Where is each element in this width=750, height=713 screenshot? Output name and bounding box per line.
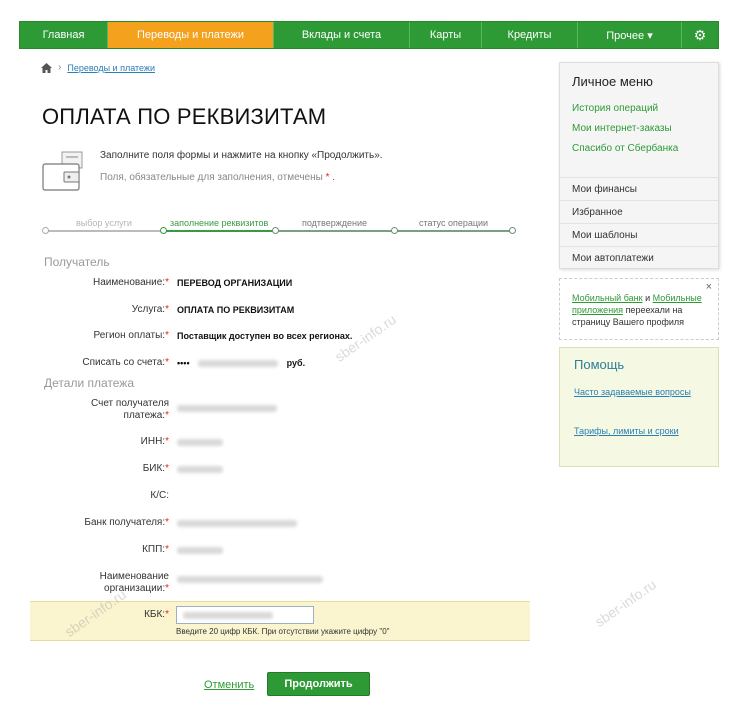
redacted-value [177,405,277,413]
field-label: Списать со счета:* [82,357,169,368]
step-label-confirmation: подтверждение [302,218,368,228]
help-title: Помощь [574,357,625,372]
menu-favorites[interactable]: Избранное [560,200,718,223]
step-line-current [164,230,276,232]
kbk-input[interactable] [176,606,314,624]
top-navigation: Главная Переводы и платежи Вклады и счет… [19,21,719,49]
field-label: Банк получателя:* [84,517,169,528]
redacted-value [177,466,223,474]
kpp-value [177,544,223,556]
step-label-select-service: выбор услуги [76,218,132,228]
redacted-value [177,520,297,528]
redacted-value [177,576,323,584]
step-dot-2 [160,227,167,234]
breadcrumb: › Переводы и платежи [41,62,155,73]
step-dot-1 [42,227,49,234]
row-bik: БИК:* [0,463,530,475]
bank-value [177,517,297,529]
recipient-name-value: ПЕРЕВОД ОРГАНИЗАЦИИ [177,278,293,288]
watermark: sber-info.ru [591,576,659,630]
redacted-value [177,439,223,447]
inn-value [177,436,223,448]
nav-credits[interactable]: Кредиты [482,22,578,48]
region-value: Поставщик доступен во всех регионах. [177,331,353,341]
step-label-fill-details: заполнение реквизитов [170,218,269,228]
progress-steps: выбор услуги заполнение реквизитов подтв… [42,216,518,240]
field-label: КПП:* [142,544,169,555]
form-wallet-icon [42,151,83,191]
redacted-value [198,360,279,368]
row-debit-account: Списать со счета:* •••• руб. [0,357,530,369]
field-label: ИНН:* [140,436,169,447]
help-panel: Помощь Часто задаваемые вопросы Тарифы, … [559,347,719,467]
nav-transfers-payments[interactable]: Переводы и платежи [108,22,274,48]
field-label: Наименование:* [92,277,169,288]
required-asterisk: * . [322,172,336,183]
row-kpp: КПП:* [0,544,530,556]
recipient-account-value [177,398,277,422]
cancel-link[interactable]: Отменить [204,679,254,691]
debit-account-select[interactable]: •••• руб. [177,357,305,369]
intro-instruction: Заполните поля формы и нажмите на кнопку… [100,150,383,161]
row-name: Наименование:* ПЕРЕВОД ОРГАНИЗАЦИИ [0,277,530,289]
kbk-hint: Введите 20 цифр КБК. При отсутствии укаж… [176,627,390,636]
menu-my-finances[interactable]: Мои финансы [560,177,718,200]
service-value: ОПЛАТА ПО РЕКВИЗИТАМ [177,305,295,315]
bik-value [177,463,223,475]
row-bank: Банк получателя:* [0,517,530,529]
required-note-text: Поля, обязательные для заполнения, отмеч… [100,172,323,183]
step-line-done [46,230,164,232]
nav-other[interactable]: Прочее ▾ [578,22,682,48]
field-label: Регион оплаты:* [93,330,170,341]
section-payment-details: Детали платежа [44,376,134,390]
link-internet-orders[interactable]: Мои интернет-заказы [572,123,672,134]
row-organization: Наименование организации:* [0,571,530,595]
promo-text: Мобильный банк и Мобильные приложения пе… [572,293,702,327]
step-dot-5 [509,227,516,234]
row-region: Регион оплаты:* Поставщик доступен во вс… [0,330,530,342]
promo-notice: × Мобильный банк и Мобильные приложения … [559,278,719,340]
redacted-value [183,612,273,619]
settings-button[interactable]: ⚙ [682,22,718,48]
step-label-status: статус операции [419,218,489,228]
row-inn: ИНН:* [0,436,530,448]
link-tariffs[interactable]: Тарифы, лимиты и сроки [574,426,694,437]
field-label: Услуга:* [131,304,169,315]
field-label: БИК:* [142,463,169,474]
step-dot-3 [272,227,279,234]
continue-button[interactable]: Продолжить [267,672,370,696]
redacted-value [177,547,223,555]
link-spasibo[interactable]: Спасибо от Сбербанка [572,143,678,154]
field-label: К/С: [150,490,169,501]
row-service: Услуга:* ОПЛАТА ПО РЕКВИЗИТАМ [0,304,530,316]
breadcrumb-separator: › [58,62,62,73]
link-operation-history[interactable]: История операций [572,103,658,114]
field-label: Наименование организации:* [99,571,169,594]
link-faq[interactable]: Часто задаваемые вопросы [574,387,694,398]
menu-my-templates[interactable]: Мои шаблоны [560,223,718,246]
menu-my-autopayments[interactable]: Мои автоплатежи [560,246,718,269]
section-recipient: Получатель [44,255,110,269]
breadcrumb-link-transfers[interactable]: Переводы и платежи [67,63,155,73]
intro-required-note: Поля, обязательные для заполнения, отмеч… [100,172,335,183]
organization-value [177,571,323,595]
step-dot-4 [391,227,398,234]
home-icon[interactable] [41,62,52,73]
nav-home[interactable]: Главная [20,22,108,48]
field-label: Счет получателя платежа:* [91,398,169,421]
nav-cards[interactable]: Карты [410,22,482,48]
page-title: ОПЛАТА ПО РЕКВИЗИТАМ [42,104,327,129]
row-ks: К/С: [0,490,530,502]
link-mobile-bank[interactable]: Мобильный банк [572,293,643,303]
nav-deposits-accounts[interactable]: Вклады и счета [274,22,410,48]
row-recipient-account: Счет получателя платежа:* [0,398,530,422]
personal-menu-title: Личное меню [572,74,653,89]
personal-menu: Личное меню История операций Мои интерне… [559,62,719,269]
gear-icon: ⚙ [693,26,707,43]
